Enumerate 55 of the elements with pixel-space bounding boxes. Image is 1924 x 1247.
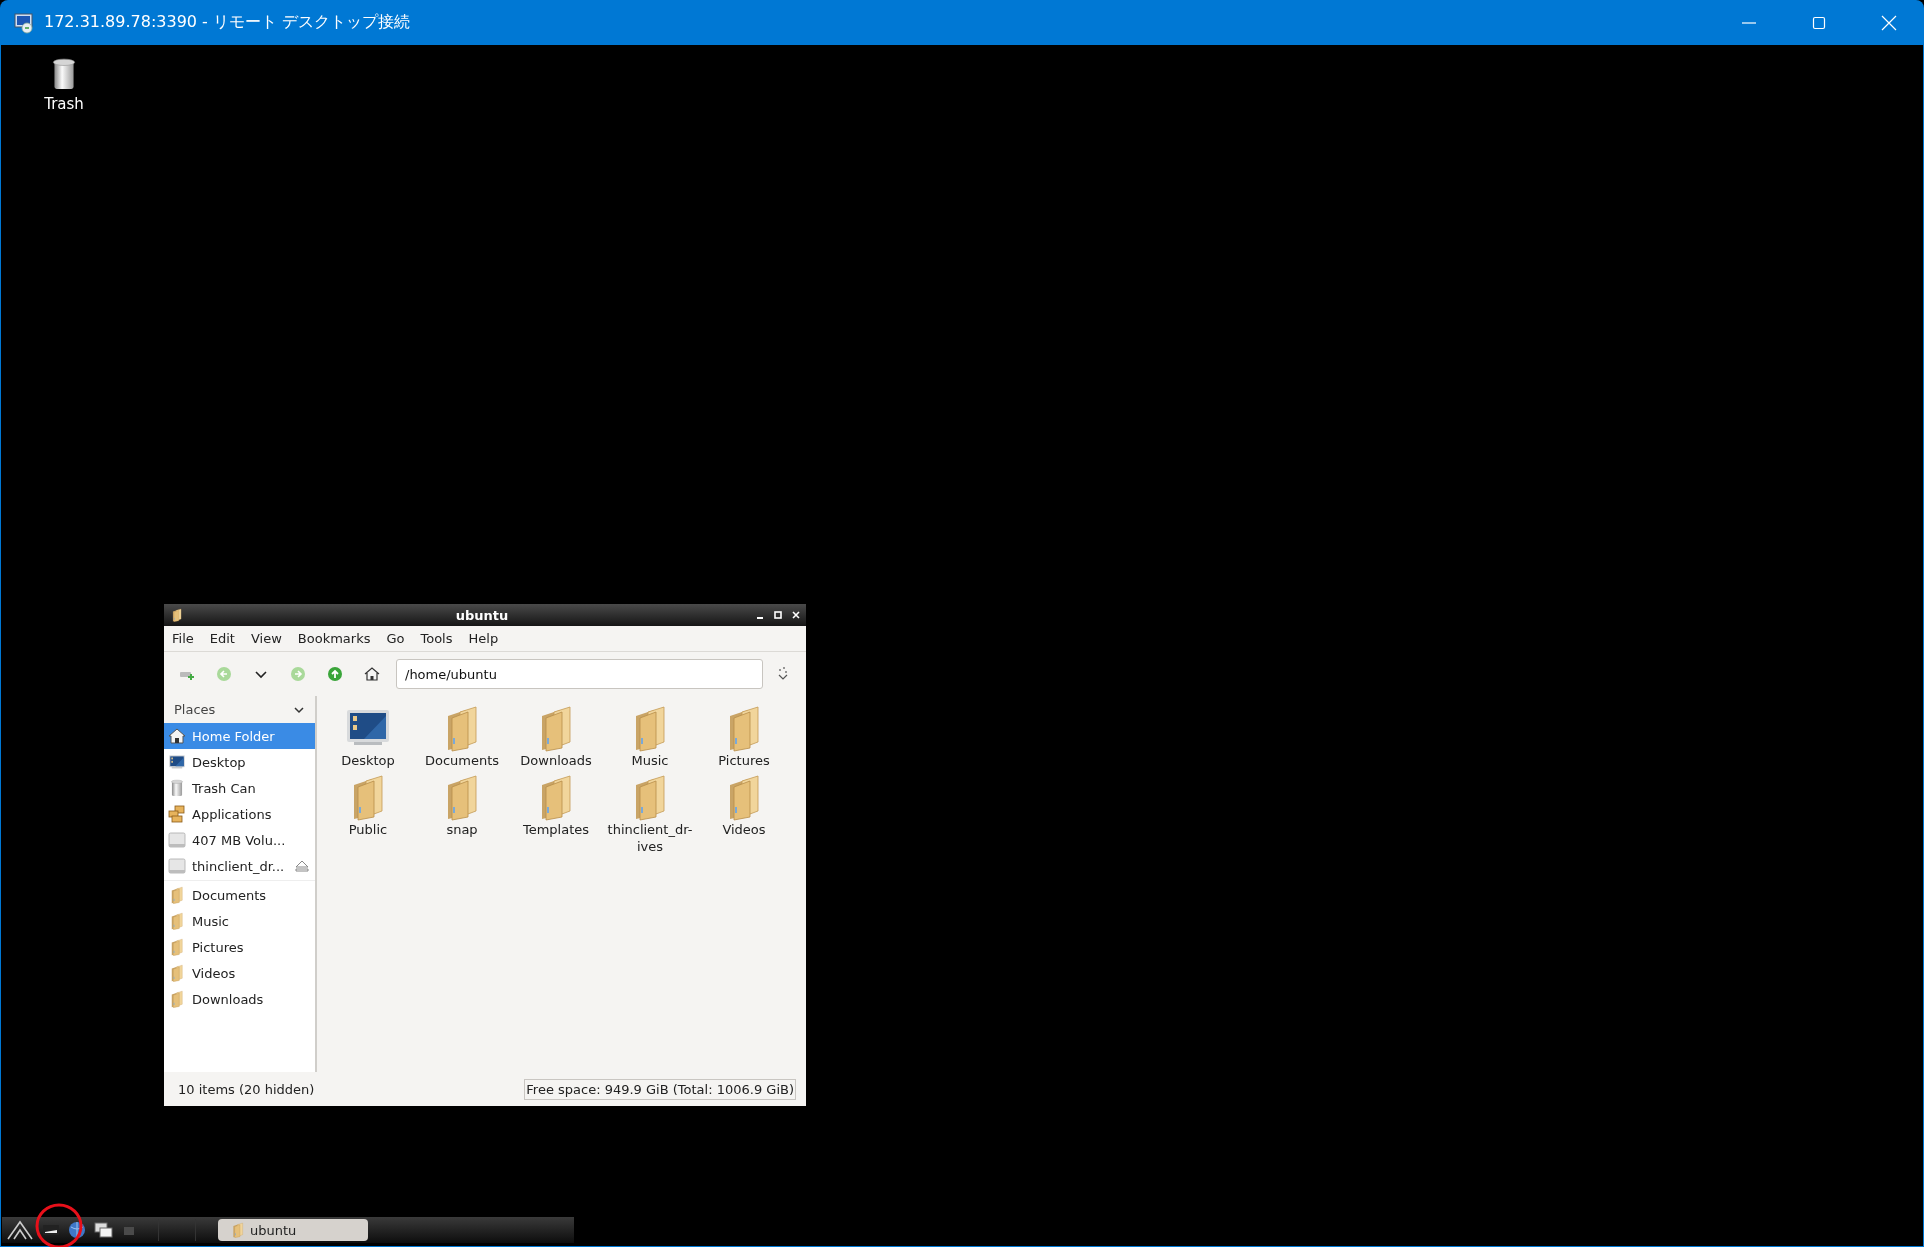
menu-item[interactable]: Edit — [209, 631, 235, 646]
globe-icon[interactable] — [68, 1221, 86, 1239]
close-icon — [1881, 14, 1897, 31]
folder-icon — [170, 608, 184, 622]
menu-item[interactable]: View — [250, 631, 282, 646]
sidebar-item[interactable]: Downloads — [164, 986, 315, 1012]
sidebar-item[interactable]: 407 MB Volu... — [164, 827, 315, 853]
sidebar-item[interactable]: Desktop — [164, 749, 315, 775]
sidebar-item[interactable]: Videos — [164, 960, 315, 986]
menu-item[interactable]: Go — [386, 631, 405, 646]
file-name[interactable]: Templates — [522, 821, 590, 838]
menu-item[interactable]: Bookmarks — [297, 631, 371, 646]
monitor-icon — [14, 11, 36, 34]
file-name[interactable]: thinclient_dr- ives — [607, 821, 693, 855]
taskbar-window-button[interactable]: ubuntu — [218, 1219, 368, 1241]
menu-item[interactable]: File — [172, 631, 194, 646]
maximize-icon[interactable] — [774, 611, 782, 619]
boxes-icon — [168, 805, 186, 823]
file-name[interactable]: Public — [348, 821, 388, 838]
sidebar-item[interactable]: Documents — [164, 882, 315, 908]
file-name[interactable]: Videos — [722, 821, 766, 838]
file-name[interactable]: Desktop — [341, 752, 395, 769]
folder-icon — [230, 1222, 246, 1238]
file-name[interactable]: Pictures — [718, 752, 770, 769]
house-icon — [364, 666, 380, 682]
sidebar-item[interactable]: thinclient_dr... — [164, 853, 315, 879]
window-title: ubuntu — [454, 607, 510, 623]
free-space-text: Free space: 949.9 GiB (Total: 1006.9 GiB) — [524, 1078, 796, 1100]
file-name[interactable]: snap — [446, 821, 478, 838]
eject-icon[interactable] — [295, 860, 309, 872]
menu-logo-icon[interactable] — [6, 1219, 34, 1241]
close-icon[interactable] — [792, 611, 800, 619]
drive-icon — [168, 857, 186, 875]
menu-item[interactable]: Tools — [420, 631, 453, 646]
sidebar-item[interactable]: Applications — [164, 801, 315, 827]
windows-icon[interactable] — [94, 1221, 114, 1239]
sidebar-item[interactable]: Trash Can — [164, 775, 315, 801]
location-field[interactable]: /home/ubuntu — [396, 659, 763, 689]
monitor-icon — [168, 753, 186, 771]
menu-item[interactable]: Help — [468, 631, 499, 646]
desktop-icon-label[interactable]: Trash — [44, 95, 84, 113]
sidebar-item[interactable]: Pictures — [164, 934, 315, 960]
drive-icon — [168, 831, 186, 849]
sidebar-item[interactable]: Home Folder — [164, 723, 315, 749]
minimize-icon — [1742, 21, 1756, 24]
house-icon — [168, 727, 186, 745]
file-name[interactable]: Documents — [424, 752, 500, 769]
file-name[interactable]: Music — [631, 752, 669, 769]
sidebar-header: Places — [174, 702, 216, 717]
file-name[interactable]: Downloads — [520, 752, 592, 769]
window-title: 172.31.89.78:3390 - リモート デスクトップ接続 — [44, 12, 410, 33]
maximize-icon — [1812, 15, 1826, 30]
status-text: 10 items (20 hidden) — [178, 1081, 315, 1097]
trash-can-icon — [168, 779, 186, 797]
sidebar-item[interactable]: Music — [164, 908, 315, 934]
